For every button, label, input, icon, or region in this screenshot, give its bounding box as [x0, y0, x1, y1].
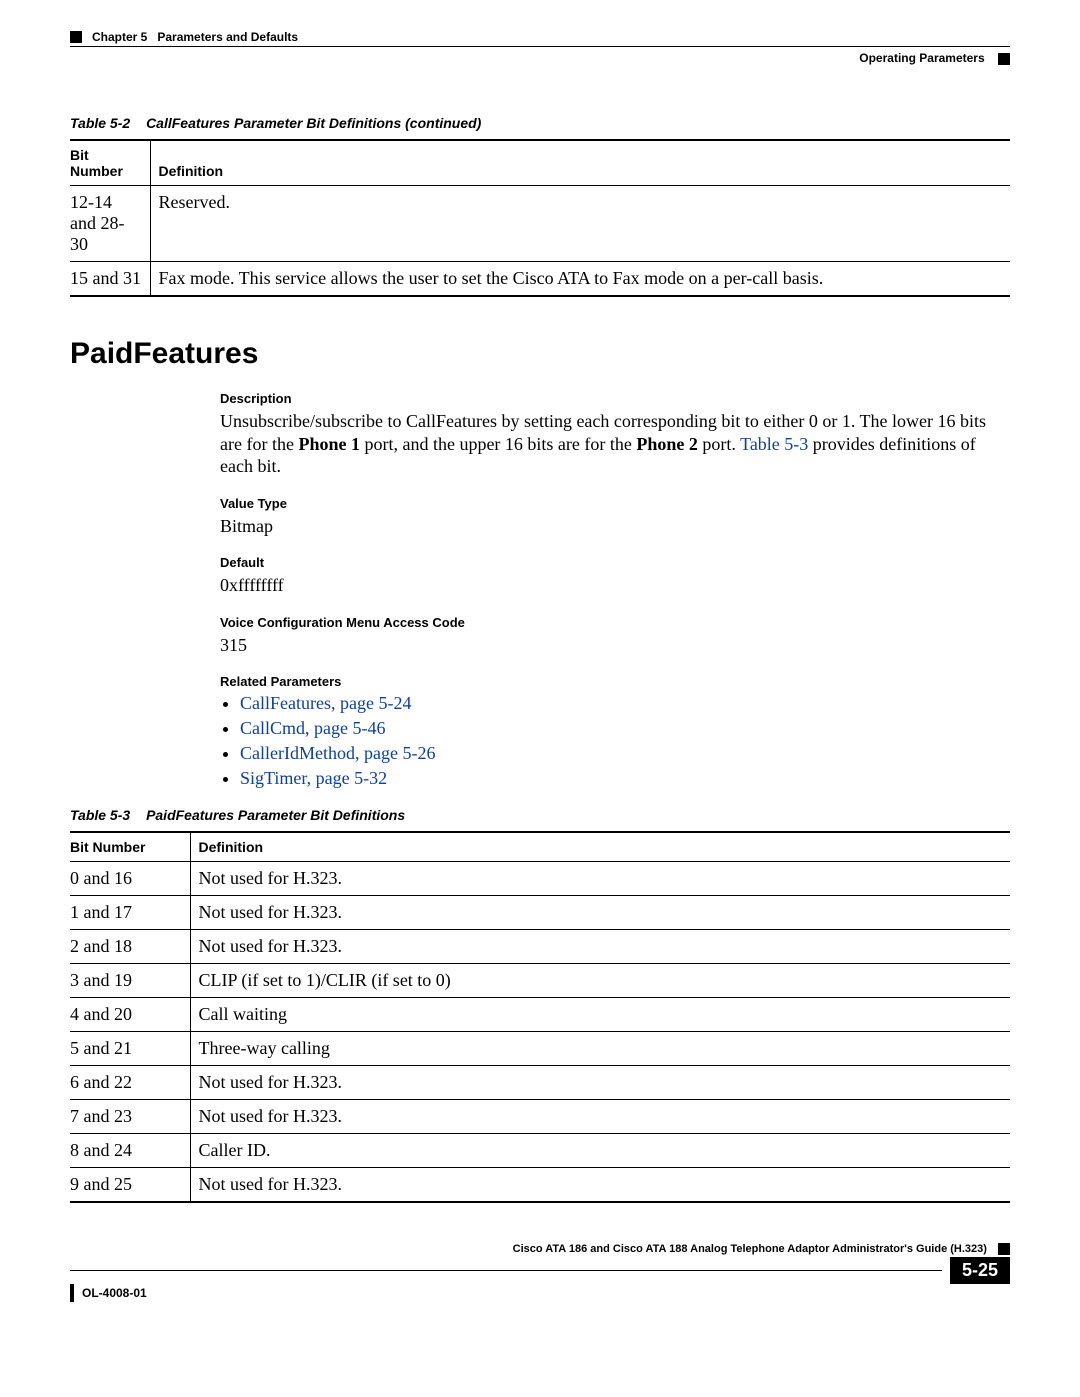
table-title: CallFeatures Parameter Bit Definitions (… [146, 115, 481, 131]
list-item: CallFeatures, page 5-24 [240, 693, 1010, 714]
table-label: Table 5-3 [70, 807, 130, 823]
table-title: PaidFeatures Parameter Bit Definitions [146, 807, 405, 823]
desc-part: port. [698, 434, 740, 454]
cell-def: Three-way calling [190, 1032, 1010, 1066]
table-row: 7 and 23Not used for H.323. [70, 1100, 1010, 1134]
table-row: 3 and 19CLIP (if set to 1)/CLIR (if set … [70, 964, 1010, 998]
page-header: Chapter 5 Parameters and Defaults [70, 30, 1010, 44]
section-path: Operating Parameters [859, 51, 984, 65]
table-row: 0 and 16Not used for H.323. [70, 862, 1010, 896]
cell-def: Reserved. [150, 186, 1010, 262]
list-item: SigTimer, page 5-32 [240, 768, 1010, 789]
cell-def: Caller ID. [190, 1134, 1010, 1168]
table-row: 6 and 22Not used for H.323. [70, 1066, 1010, 1100]
table-row: 1 and 17Not used for H.323. [70, 896, 1010, 930]
cell-def: Not used for H.323. [190, 930, 1010, 964]
voice-config-value: 315 [220, 634, 1010, 657]
value-type-label: Value Type [220, 496, 1010, 511]
cell-bit: 12-14 and 28-30 [70, 186, 150, 262]
cell-bit: 7 and 23 [70, 1100, 190, 1134]
table-row: 12-14 and 28-30 Reserved. [70, 186, 1010, 262]
col-definition: Definition [150, 140, 1010, 186]
list-item: CallerIdMethod, page 5-26 [240, 743, 1010, 764]
chapter-label: Chapter 5 [92, 30, 147, 44]
voice-config-label: Voice Configuration Menu Access Code [220, 615, 1010, 630]
cell-bit: 5 and 21 [70, 1032, 190, 1066]
phone1-bold: Phone 1 [298, 434, 360, 454]
table-row: 9 and 25Not used for H.323. [70, 1168, 1010, 1203]
cell-bit: 1 and 17 [70, 896, 190, 930]
value-type-value: Bitmap [220, 515, 1010, 538]
cell-bit: 0 and 16 [70, 862, 190, 896]
table-row: 2 and 18Not used for H.323. [70, 930, 1010, 964]
cell-def: CLIP (if set to 1)/CLIR (if set to 0) [190, 964, 1010, 998]
footer-marker-icon [998, 1243, 1010, 1255]
doc-number: OL-4008-01 [82, 1286, 147, 1300]
guide-title: Cisco ATA 186 and Cisco ATA 188 Analog T… [513, 1243, 987, 1255]
related-link[interactable]: SigTimer, page 5-32 [240, 768, 387, 788]
col-bit-number: Bit Number [70, 832, 190, 862]
desc-part: port, and the upper 16 bits are for the [360, 434, 636, 454]
cell-def: Not used for H.323. [190, 1100, 1010, 1134]
cell-def: Not used for H.323. [190, 1066, 1010, 1100]
related-link[interactable]: CallCmd, page 5-46 [240, 718, 385, 738]
description-text: Unsubscribe/subscribe to CallFeatures by… [220, 410, 1010, 478]
table-5-3: Bit Number Definition 0 and 16Not used f… [70, 831, 1010, 1203]
cell-bit: 4 and 20 [70, 998, 190, 1032]
header-marker-icon [70, 31, 82, 43]
cell-def: Not used for H.323. [190, 1168, 1010, 1203]
page-number: 5-25 [950, 1257, 1010, 1284]
table-row: 5 and 21Three-way calling [70, 1032, 1010, 1066]
default-label: Default [220, 555, 1010, 570]
table-row: 15 and 31 Fax mode. This service allows … [70, 262, 1010, 297]
page-footer: Cisco ATA 186 and Cisco ATA 188 Analog T… [70, 1243, 1010, 1302]
table-5-3-link[interactable]: Table 5-3 [740, 434, 808, 454]
related-link[interactable]: CallerIdMethod, page 5-26 [240, 743, 435, 763]
col-bit-number: Bit Number [70, 140, 150, 186]
table-row: 4 and 20Call waiting [70, 998, 1010, 1032]
default-value: 0xffffffff [220, 574, 1010, 597]
table-row: 8 and 24Caller ID. [70, 1134, 1010, 1168]
chapter-title: Parameters and Defaults [157, 30, 298, 44]
cell-bit: 9 and 25 [70, 1168, 190, 1203]
table-5-3-caption: Table 5-3 PaidFeatures Parameter Bit Def… [70, 807, 1010, 823]
cell-bit: 6 and 22 [70, 1066, 190, 1100]
table-5-2: Bit Number Definition 12-14 and 28-30 Re… [70, 139, 1010, 297]
related-link[interactable]: CallFeatures, page 5-24 [240, 693, 411, 713]
table-5-2-caption: Table 5-2 CallFeatures Parameter Bit Def… [70, 115, 1010, 131]
cell-def: Not used for H.323. [190, 896, 1010, 930]
footer-bar-icon [70, 1284, 74, 1302]
cell-bit: 15 and 31 [70, 262, 150, 297]
cell-def: Not used for H.323. [190, 862, 1010, 896]
cell-def: Fax mode. This service allows the user t… [150, 262, 1010, 297]
col-definition: Definition [190, 832, 1010, 862]
cell-bit: 2 and 18 [70, 930, 190, 964]
list-item: CallCmd, page 5-46 [240, 718, 1010, 739]
header-marker-icon [998, 53, 1010, 65]
description-label: Description [220, 391, 1010, 406]
related-parameters-list: CallFeatures, page 5-24 CallCmd, page 5-… [220, 693, 1010, 789]
section-heading-paidfeatures: PaidFeatures [70, 337, 1010, 371]
cell-def: Call waiting [190, 998, 1010, 1032]
table-label: Table 5-2 [70, 115, 130, 131]
related-parameters-label: Related Parameters [220, 674, 1010, 689]
phone2-bold: Phone 2 [636, 434, 698, 454]
cell-bit: 8 and 24 [70, 1134, 190, 1168]
cell-bit: 3 and 19 [70, 964, 190, 998]
